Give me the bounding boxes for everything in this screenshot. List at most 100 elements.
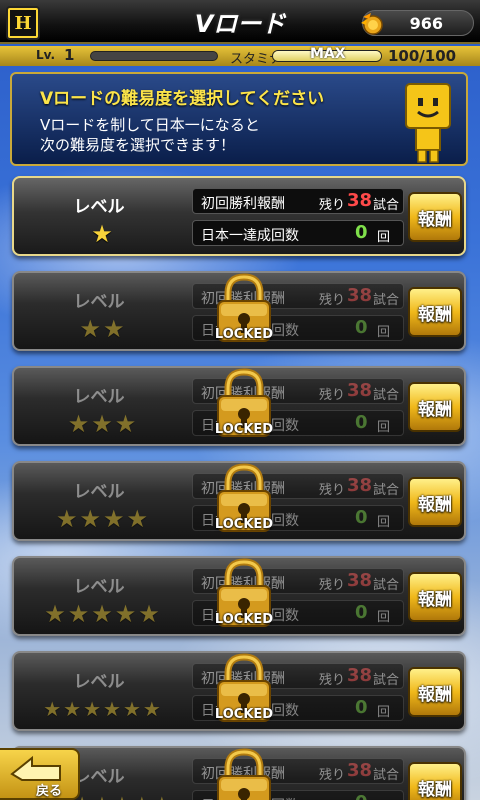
reward-button[interactable]: 報酬 (408, 192, 462, 242)
championship-count: 0 (355, 697, 368, 718)
locked-label: LOCKED (214, 707, 274, 722)
info-banner: Vロードの難易度を選択してください Vロードを制して日本一になると 次の難易度を… (10, 72, 468, 166)
stamina-max-label: MAX (310, 46, 346, 62)
back-button[interactable]: 戻る (0, 748, 80, 800)
star-icon: ★ (93, 792, 111, 800)
star-icon: ★ (103, 505, 125, 533)
championship-count-unit: 回 (377, 420, 391, 435)
reward-button[interactable]: 報酬 (408, 572, 462, 622)
top-bar: H Vロード 966 (0, 0, 480, 44)
remaining-games-count: 38 (347, 380, 373, 401)
star-icon: ★ (55, 505, 78, 533)
star-icon: ★ (122, 697, 141, 721)
padlock-icon: LOCKED (210, 556, 278, 634)
difficulty-stars: ★ ★ ★ ★ ★ ★ (14, 697, 190, 721)
star-icon: ★ (91, 220, 113, 248)
remaining-games-unit: 試合 (373, 198, 400, 213)
championship-count-unit: 回 (377, 796, 390, 800)
star-icon: ★ (114, 600, 137, 628)
level-row[interactable]: レベル★★★初回勝利報酬残り38試合日本一達成回数0回報酬LOCKED (12, 366, 466, 446)
championship-count: 0 (355, 507, 368, 528)
level-label: レベル (73, 292, 125, 312)
level-label: レベル (73, 482, 125, 502)
star-icon: ★ (153, 792, 171, 800)
remaining-games-count: 38 (347, 285, 373, 306)
star-icon: ★ (126, 505, 149, 533)
star-icon: ★ (43, 697, 62, 721)
championship-count-unit: 回 (377, 515, 391, 530)
championship-count-unit: 回 (377, 230, 391, 245)
star-icon: ★ (67, 600, 90, 628)
reward-button[interactable]: 報酬 (408, 382, 462, 432)
championship-count: 0 (355, 602, 368, 623)
star-icon: ★ (91, 600, 113, 628)
star-icon: ★ (142, 697, 161, 721)
level-row[interactable]: レベル ★ 初回勝利報酬 残り 38 試合日本一達成回数 0 回 報酬 (12, 176, 466, 256)
status-bar: Lv. 1 スタミナ MAX 100/100 (0, 46, 480, 67)
level-label: レベル (73, 197, 125, 217)
lock-graphic (217, 748, 271, 800)
star-icon: ★ (103, 315, 125, 343)
padlock-icon: LOCKED (210, 366, 278, 444)
remaining-label: 残り (319, 768, 346, 783)
championship-count-box: 日本一達成回数 0回 (192, 220, 404, 246)
level-row[interactable]: レベル★★初回勝利報酬残り38試合日本一達成回数0回報酬LOCKED (12, 271, 466, 351)
level-row[interactable]: レベル★★★★初回勝利報酬残り38試合日本一達成回数0回報酬LOCKED (12, 461, 466, 541)
star-icon: ★ (113, 792, 131, 800)
remaining-games-unit: 試合 (373, 578, 400, 593)
level-value: 1 (64, 46, 75, 64)
coin-counter: 966 (361, 10, 474, 36)
difficulty-stars: ★ ★ ★ (14, 412, 190, 436)
championship-count: 0 (355, 412, 368, 433)
reward-button[interactable]: 報酬 (408, 762, 462, 800)
level-row[interactable]: レベル★★★★★初回勝利報酬残り38試合日本一達成回数0回報酬LOCKED (12, 556, 466, 636)
reward-button[interactable]: 報酬 (408, 667, 462, 717)
star-icon: ★ (91, 410, 113, 438)
remaining-games-count: 38 (347, 190, 373, 211)
reward-button[interactable]: 報酬 (408, 287, 462, 337)
difficulty-stars: ★ ★ ★ ★ ★ (14, 602, 190, 626)
remaining-games-unit: 試合 (373, 768, 400, 783)
screen-title: Vロード (194, 10, 286, 38)
championship-count-unit: 回 (377, 325, 391, 340)
star-icon: ★ (63, 697, 82, 721)
difficulty-stars: ★ (14, 222, 190, 246)
remaining-games-count: 38 (347, 760, 373, 781)
championship-count: 0 (355, 792, 368, 800)
reward-button[interactable]: 報酬 (408, 477, 462, 527)
level-label: レベル (73, 387, 125, 407)
banner-description-line-2: 次の難易度を選択できます！ (40, 136, 236, 154)
championship-count: 0 (355, 317, 368, 338)
padlock-icon: LOCKED (210, 651, 278, 729)
remaining-games-count: 38 (347, 665, 373, 686)
banner-title: Vロードの難易度を選択してください (40, 89, 325, 109)
championship-count-label: 日本一達成回数 (201, 228, 299, 244)
padlock-icon: LOCKED (210, 271, 278, 349)
team-emblem-icon: H (10, 10, 36, 36)
level-label: Lv. (36, 48, 56, 62)
level-row[interactable]: レベル★★★★★★★初回勝利報酬残り38試合日本一達成回数0回報酬LOCKED (12, 746, 466, 800)
star-icon: ★ (79, 505, 101, 533)
back-label: 戻る (36, 784, 63, 799)
banner-description-line-1: Vロードを制して日本一になると (40, 116, 260, 134)
championship-count-unit: 回 (377, 610, 391, 625)
remaining-games-unit: 試合 (373, 293, 400, 308)
star-icon: ★ (67, 410, 90, 438)
remaining-label: 残り (319, 673, 346, 688)
star-icon: ★ (79, 315, 101, 343)
first-win-reward-label: 初回勝利報酬 (201, 196, 285, 212)
team-logo-icon[interactable]: H (6, 6, 40, 40)
remaining-games-count: 38 (347, 475, 373, 496)
remaining-games-unit: 試合 (373, 483, 400, 498)
championship-count: 0 (355, 222, 368, 243)
remaining-label: 残り (319, 198, 346, 213)
remaining-label: 残り (319, 388, 346, 403)
first-win-reward-box: 初回勝利報酬 残り 38 試合 (192, 188, 404, 214)
padlock-icon: LOCKED (210, 461, 278, 539)
mascot-icon (405, 83, 451, 163)
difficulty-stars: ★ ★ (14, 317, 190, 341)
remaining-games-unit: 試合 (373, 388, 400, 403)
level-row[interactable]: レベル★★★★★★初回勝利報酬残り38試合日本一達成回数0回報酬LOCKED (12, 651, 466, 731)
coin-icon (361, 13, 383, 35)
locked-label: LOCKED (214, 517, 274, 532)
